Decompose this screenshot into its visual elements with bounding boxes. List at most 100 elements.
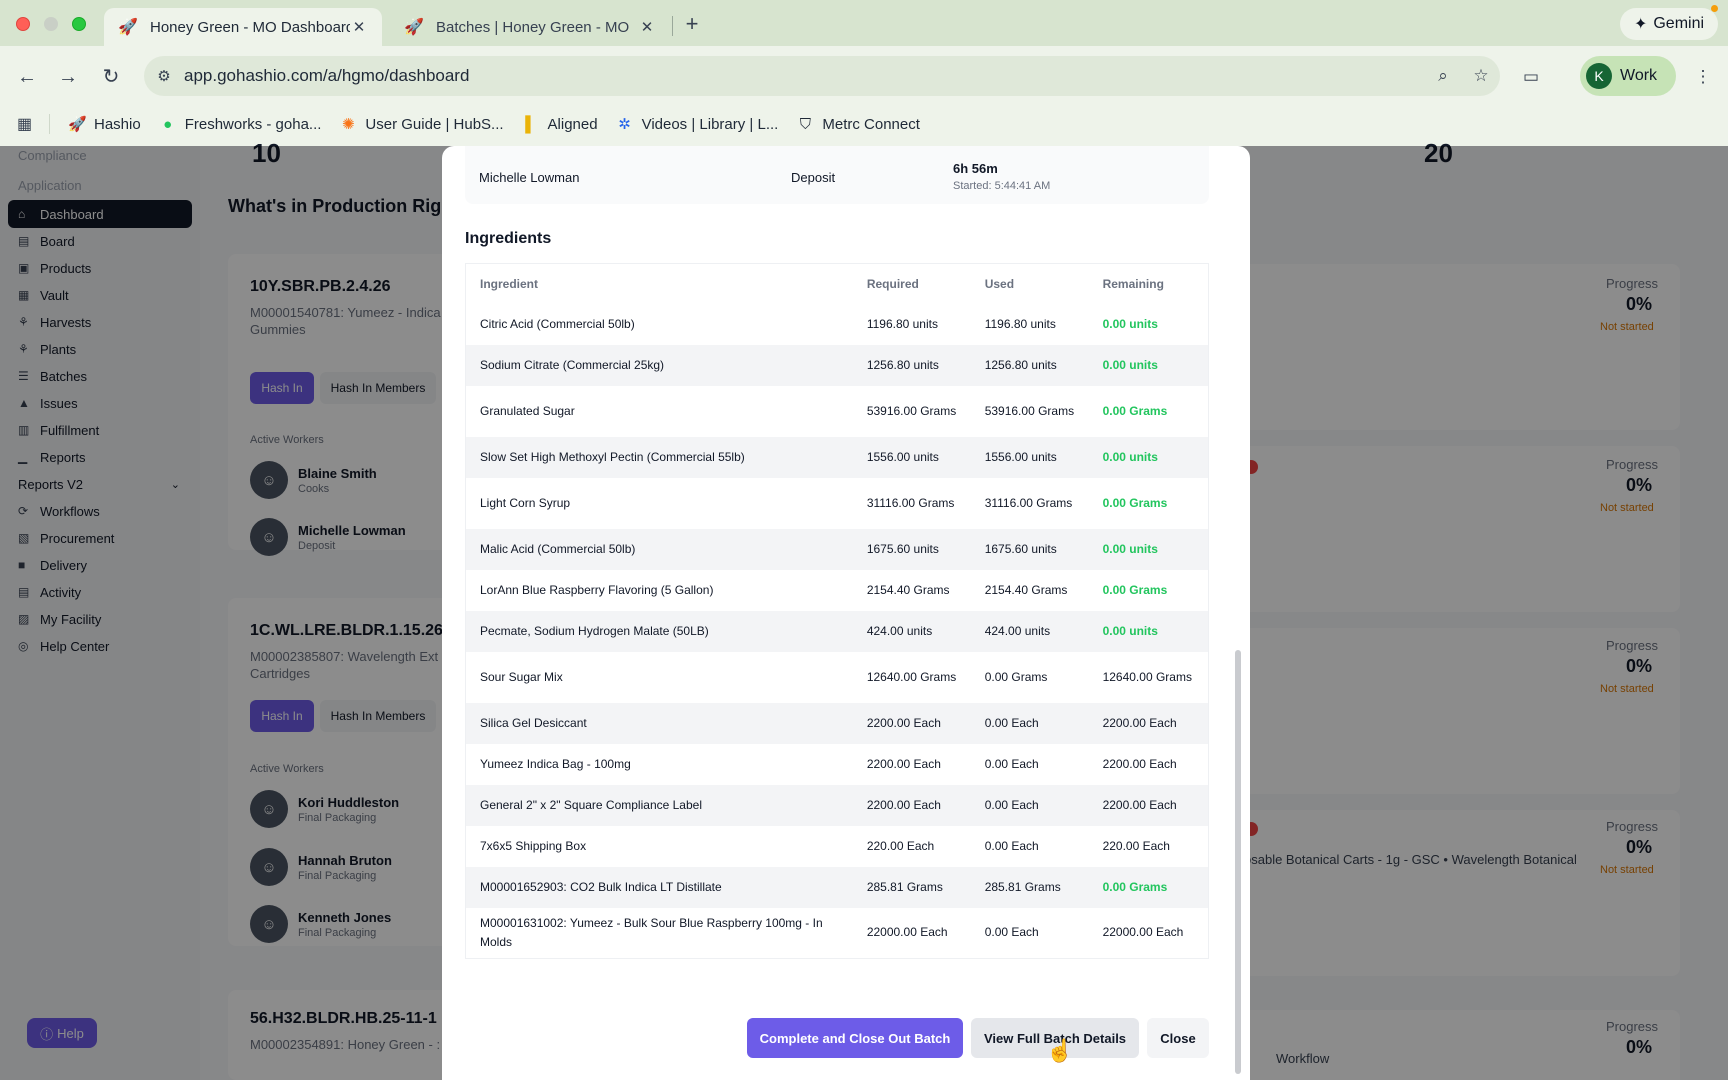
gemini-label: Gemini — [1653, 15, 1705, 32]
cast-icon[interactable]: ▭ — [1516, 62, 1546, 92]
required-cell: 1556.00 units — [866, 449, 939, 464]
used-cell: 0.00 Each — [984, 838, 1039, 853]
remaining-cell: 2200.00 Each — [1102, 797, 1177, 812]
hand-cursor-icon: ☝ — [1046, 1038, 1074, 1063]
bookmark-star-icon[interactable]: ☆ — [1462, 66, 1500, 86]
required-cell: 1675.60 units — [866, 541, 939, 556]
bookmark-videos[interactable]: ✲ Videos | Library | L... — [616, 115, 779, 134]
used-cell: 2154.40 Grams — [984, 582, 1068, 597]
gemini-button[interactable]: ✦ Gemini — [1620, 8, 1718, 40]
table-row: M00001652903: CO2 Bulk Indica LT Distill… — [465, 866, 1209, 908]
zoom-icon[interactable]: ⌕ — [1424, 66, 1462, 86]
profile-button[interactable]: K Work — [1580, 56, 1676, 96]
ingredient-name: Citric Acid (Commercial 50lb) — [480, 316, 635, 331]
notification-dot — [1711, 5, 1718, 12]
remaining-cell: 0.00 units — [1102, 541, 1158, 556]
required-cell: 12640.00 Grams — [866, 669, 957, 684]
used-cell: 0.00 Each — [984, 925, 1039, 940]
apps-grid-icon[interactable]: ▦ — [0, 114, 50, 134]
menu-icon[interactable]: ⋮ — [1688, 62, 1718, 92]
bookmark-label: User Guide | HubS... — [365, 115, 504, 133]
remaining-cell: 220.00 Each — [1102, 838, 1170, 853]
modal-scrollbar[interactable] — [1235, 650, 1241, 1074]
worker-name: Michelle Lowman — [479, 170, 580, 185]
required-cell: 31116.00 Grams — [866, 495, 955, 510]
worker-duration: 6h 56m — [953, 161, 998, 176]
used-cell: 1196.80 units — [984, 316, 1056, 331]
table-row: Citric Acid (Commercial 50lb) 1196.80 uni… — [466, 304, 1209, 345]
maximize-window-button[interactable] — [72, 17, 86, 31]
remaining-cell: 0.00 units — [1102, 449, 1158, 464]
bookmark-label: Videos | Library | L... — [641, 115, 779, 133]
address-bar[interactable]: ⚙ app.gohashio.com/a/hgmo/dashboard ⌕ ☆ — [144, 56, 1500, 96]
close-window-button[interactable] — [16, 17, 30, 31]
table-row: M00001631002: Yumeez - Bulk Sour Blue Ra… — [466, 908, 1209, 959]
used-cell: 1556.00 units — [984, 449, 1057, 464]
bookmark-label: Metrc Connect — [822, 115, 920, 133]
reload-icon[interactable]: ↻ — [96, 62, 126, 92]
used-cell: 1675.60 units — [984, 541, 1057, 556]
ingredient-name: General 2" x 2" Square Compliance Label — [480, 797, 702, 812]
remaining-cell: 22000.00 Each — [1102, 925, 1184, 940]
ingredient-name: Silica Gel Desiccant — [480, 715, 587, 730]
required-cell: 2200.00 Each — [866, 715, 941, 730]
used-cell: 53916.00 Grams — [984, 403, 1075, 418]
remaining-cell: 0.00 Grams — [1102, 582, 1168, 597]
loom-icon: ✲ — [618, 116, 631, 133]
remaining-cell: 0.00 units — [1102, 623, 1158, 638]
tab-batches[interactable]: 🚀 Batches | Honey Green - MO ✕ — [390, 8, 670, 46]
url-text[interactable]: app.gohashio.com/a/hgmo/dashboard — [184, 66, 1424, 86]
rocket-icon: 🚀 — [118, 19, 138, 36]
complete-close-batch-button[interactable]: Complete and Close Out Batch — [747, 1018, 963, 1058]
site-settings-icon[interactable]: ⚙ — [144, 67, 184, 85]
remaining-cell: 0.00 units — [1102, 357, 1158, 372]
forward-icon[interactable]: → — [53, 62, 83, 92]
bookmark-metrc[interactable]: ⛉ Metrc Connect — [796, 116, 920, 133]
ingredients-title: Ingredients — [465, 230, 552, 247]
minimize-window-button[interactable] — [44, 17, 58, 31]
active-worker-row: Michelle Lowman Deposit 6h 56m Started: … — [465, 146, 1209, 204]
ingredient-name: 7x6x5 Shipping Box — [480, 838, 587, 853]
remaining-cell: 0.00 Grams — [1102, 495, 1168, 510]
close-tab-icon[interactable]: ✕ — [638, 18, 656, 36]
required-cell: 2200.00 Each — [866, 756, 941, 771]
close-button[interactable]: Close — [1147, 1018, 1209, 1058]
table-row: Granulated Sugar 53916.00 Grams 53916.00 G… — [466, 386, 1209, 437]
rocket-icon: 🚀 — [68, 116, 87, 133]
table-row: Sour Sugar Mix 12640.00 Grams 0.00 Grams 12… — [466, 652, 1209, 703]
required-cell: 53916.00 Grams — [866, 403, 957, 418]
used-cell: 424.00 units — [984, 623, 1051, 638]
close-tab-icon[interactable]: ✕ — [350, 18, 368, 36]
bookmark-hashio[interactable]: 🚀 Hashio — [68, 115, 141, 134]
used-cell: 0.00 Each — [984, 715, 1039, 730]
used-cell: 1256.80 units — [984, 357, 1057, 372]
required-cell: 285.81 Grams — [866, 879, 943, 894]
used-cell: 285.81 Grams — [984, 879, 1061, 894]
bookmark-aligned[interactable]: ▌ Aligned — [522, 116, 597, 133]
ingredients-table: Ingredient Required Used Remaining Citri… — [465, 263, 1209, 959]
ingredient-name: Malic Acid (Commercial 50lb) — [480, 541, 636, 556]
column-header: Remaining — [1102, 276, 1164, 291]
tab-dashboard[interactable]: 🚀 Honey Green - MO Dashboard ✕ — [104, 8, 382, 46]
column-header: Used — [984, 276, 1015, 291]
ingredient-name: M00001652903: CO2 Bulk Indica LT Distill… — [480, 879, 722, 894]
used-cell: 31116.00 Grams — [984, 495, 1073, 510]
table-row: 7x6x5 Shipping Box 220.00 Each 0.00 Each 22… — [466, 826, 1209, 867]
bookmark-freshworks[interactable]: ● Freshworks - goha... — [159, 115, 322, 133]
back-icon[interactable]: ← — [12, 62, 42, 92]
ingredient-name: Slow Set High Methoxyl Pectin (Commercia… — [480, 449, 745, 464]
table-row: Sodium Citrate (Commercial 25kg) 1256.80 … — [465, 344, 1209, 386]
used-cell: 0.00 Each — [984, 756, 1039, 771]
new-tab-button[interactable]: + — [680, 10, 704, 38]
remaining-cell: 12640.00 Grams — [1102, 669, 1192, 684]
required-cell: 1256.80 units — [866, 357, 939, 372]
avatar: K — [1586, 63, 1612, 89]
table-row: Yumeez Indica Bag - 100mg 2200.00 Each 0.0… — [466, 744, 1209, 785]
rocket-icon: 🚀 — [404, 19, 424, 36]
bookmark-label: Freshworks - goha... — [184, 115, 322, 133]
profile-label: Work — [1620, 67, 1658, 84]
bookmark-hubspot[interactable]: ✺ User Guide | HubS... — [339, 115, 504, 134]
ingredient-name: Yumeez Indica Bag - 100mg — [480, 756, 631, 771]
browser-tab-bar: 🚀 Honey Green - MO Dashboard ✕ 🚀 Batches… — [0, 0, 1728, 46]
table-row: Light Corn Syrup 31116.00 Grams 31116.00 G… — [466, 478, 1209, 529]
